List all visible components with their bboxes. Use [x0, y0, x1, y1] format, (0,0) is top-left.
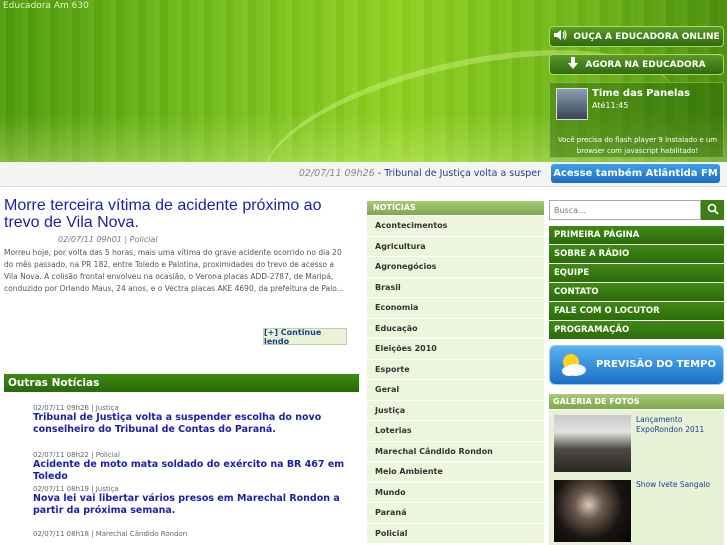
category-item[interactable]: Policial [367, 523, 544, 544]
nav-item-sobre-a-radio[interactable]: SOBRE A RÁDIO [549, 245, 724, 263]
show-title: Time das Panelas [592, 88, 691, 99]
category-item[interactable]: Eleições 2010 [367, 339, 544, 360]
ticker-separator: - [374, 168, 385, 179]
categories-header: NOTÍCIAS [367, 201, 544, 215]
category-item[interactable]: Paraná [367, 503, 544, 524]
speaker-icon [553, 29, 567, 44]
gallery-caption[interactable]: Show Ivete Sangalo [636, 480, 722, 490]
listen-online-label: OUÇA A EDUCADORA ONLINE [573, 31, 720, 42]
nav-item-primeira-pagina[interactable]: PRIMEIRA PÁGINA [549, 226, 724, 244]
category-item[interactable]: Economia [367, 298, 544, 319]
news-meta: 02/07/11 08h19 | Justiça [33, 485, 119, 493]
sun-cloud-icon [558, 350, 588, 380]
category-item[interactable]: Esporte [367, 359, 544, 380]
list-item[interactable]: 02/07/11 08h19 | Justiça Nova lei vai li… [33, 485, 358, 517]
category-item[interactable]: Mundo [367, 482, 544, 503]
gallery-thumbnail[interactable] [554, 480, 631, 542]
header-banner: Educadora Am 630 OUÇA A EDUCADORA ONLINE… [0, 0, 727, 258]
list-item[interactable]: 02/07/11 08h18 | Marechal Cândido Rondon [33, 530, 358, 538]
nav-item-contato[interactable]: CONTATO [549, 283, 724, 301]
gallery-thumbnail[interactable] [554, 415, 631, 472]
arrow-down-icon [567, 56, 579, 73]
category-item[interactable]: Brasil [367, 277, 544, 298]
listen-online-button[interactable]: OUÇA A EDUCADORA ONLINE [549, 26, 724, 47]
category-item[interactable]: Meio Ambiente [367, 462, 544, 483]
weather-forecast-label: PREVISÃO DO TEMPO [596, 359, 716, 370]
category-item[interactable]: Acontecimentos [367, 216, 544, 237]
category-item[interactable]: Educação [367, 318, 544, 339]
ticker-link[interactable]: Tribunal de Justiça volta a susper [384, 168, 541, 179]
news-title[interactable]: Tribunal de Justiça volta a suspender es… [33, 412, 358, 436]
news-title[interactable]: Nova lei vai libertar vários presos em M… [33, 493, 358, 517]
category-item[interactable]: Geral [367, 380, 544, 401]
photo-gallery-header: GALERIA DE FOTOS [549, 394, 724, 409]
headline-body: Morreu hoje, por volta das 5 horas, mais… [4, 248, 344, 293]
show-host-photo [556, 88, 588, 120]
main-nav: PRIMEIRA PÁGINA SOBRE A RÁDIO EQUIPE CON… [549, 226, 724, 340]
atlantida-fm-button[interactable]: Acesse também Atlântida FM [551, 164, 720, 183]
list-item[interactable]: 02/07/11 08h22 | Policial Acidente de mo… [33, 451, 358, 483]
news-meta: 02/07/11 09h26 | Justiça [33, 404, 119, 412]
current-show-panel: Time das Panelas Até11:45 Você precisa d… [549, 82, 724, 158]
category-item[interactable]: Loterias [367, 421, 544, 442]
flash-player-note: Você precisa do flash player 9 instalado… [557, 136, 718, 155]
now-playing-button[interactable]: AGORA NA EDUCADORA [549, 54, 724, 75]
nav-item-fale-com-o-locutor[interactable]: FALE COM O LOCUTOR [549, 302, 724, 320]
other-news-header: Outras Notícias [4, 374, 359, 392]
site-name: Educadora Am 630 [3, 1, 89, 11]
weather-forecast-button[interactable]: PREVISÃO DO TEMPO [549, 345, 724, 385]
ticker-item[interactable]: 02/07/11 09h26 - Tribunal de Justiça vol… [299, 168, 541, 179]
search-icon [707, 203, 719, 218]
news-meta: 02/07/11 08h22 | Policial [33, 451, 120, 459]
gallery-caption[interactable]: Lançamento ExpoRondon 2011 [636, 415, 722, 435]
categories-list: Acontecimentos Agricultura Agronegócios … [367, 216, 544, 544]
category-item[interactable]: Agronegócios [367, 257, 544, 278]
category-item[interactable]: Marechal Cândido Rondon [367, 441, 544, 462]
nav-item-equipe[interactable]: EQUIPE [549, 264, 724, 282]
continue-reading-button[interactable]: [+] Continue lendo [263, 328, 347, 346]
list-item[interactable]: 02/07/11 09h26 | Justiça Tribunal de Jus… [33, 404, 358, 436]
photo-gallery: Lançamento ExpoRondon 2011 Show Ivete Sa… [549, 410, 724, 545]
news-title[interactable]: Acidente de moto mata soldado do exércit… [33, 459, 358, 483]
news-meta: 02/07/11 08h18 | Marechal Cândido Rondon [33, 530, 188, 538]
ticker-time: 02/07/11 09h26 [298, 168, 375, 179]
search-button[interactable] [701, 200, 724, 220]
search-input[interactable] [549, 200, 701, 220]
now-playing-label: AGORA NA EDUCADORA [585, 59, 706, 70]
show-time: Até11:45 [592, 101, 629, 110]
nav-item-programacao[interactable]: PROGRAMAÇÃO [549, 321, 724, 339]
category-item[interactable]: Agricultura [367, 236, 544, 257]
category-item[interactable]: Justiça [367, 400, 544, 421]
headline-title[interactable]: Morre terceira vítima de acidente próxim… [4, 197, 354, 231]
headline-meta: 02/07/11 09h01 | Policial [58, 235, 158, 244]
